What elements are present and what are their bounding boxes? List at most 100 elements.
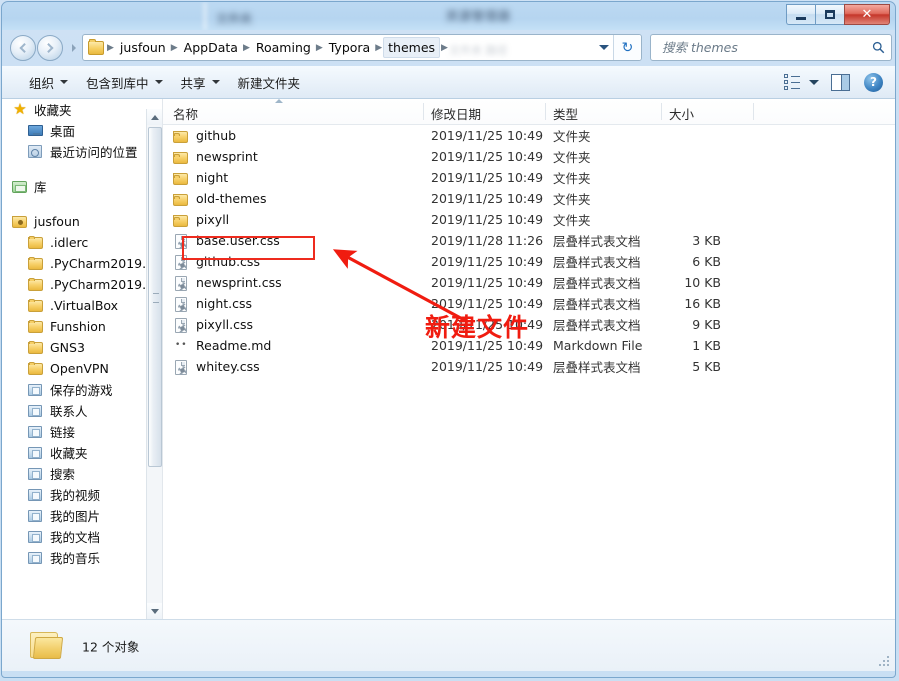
- forward-button[interactable]: [37, 35, 63, 61]
- table-row[interactable]: night 2019/11/25 10:49 文件夹: [163, 167, 895, 188]
- file-type-cell: 层叠样式表文档: [553, 255, 641, 270]
- maximize-button[interactable]: [815, 4, 844, 25]
- column-divider[interactable]: [545, 103, 546, 120]
- sidebar-item-pictures[interactable]: 我的图片: [2, 505, 162, 526]
- file-date-cell: 2019/11/25 10:49: [431, 149, 544, 164]
- sidebar-group-favorites[interactable]: ★ 收藏夹: [2, 99, 162, 120]
- table-row[interactable]: pixyll.css 2019/11/25 10:49 层叠样式表文档 9 KB: [163, 314, 895, 335]
- sidebar-item-favorites[interactable]: 收藏夹: [2, 442, 162, 463]
- file-name-cell[interactable]: newsprint: [173, 149, 258, 165]
- sidebar-item-funshion[interactable]: Funshion: [2, 316, 162, 337]
- breadcrumb-roaming[interactable]: Roaming: [251, 37, 315, 58]
- address-bar[interactable]: ▶ jusfoun ▶ AppData ▶ Roaming ▶ Typora ▶…: [82, 34, 642, 61]
- column-header-name[interactable]: 名称: [173, 104, 198, 123]
- saved-games-icon: [28, 382, 44, 397]
- sidebar-item-openvpn[interactable]: OpenVPN: [2, 358, 162, 379]
- sidebar-scrollbar-thumb[interactable]: [148, 127, 162, 467]
- sidebar-item-label: .PyCharm2019.2: [50, 277, 155, 292]
- table-row[interactable]: old-themes 2019/11/25 10:49 文件夹: [163, 188, 895, 209]
- preview-pane-icon[interactable]: [831, 73, 850, 91]
- file-name-cell[interactable]: base.user.css: [173, 233, 280, 249]
- sidebar-item-recent-places[interactable]: 最近访问的位置: [2, 141, 162, 162]
- sidebar-item-desktop[interactable]: 桌面: [2, 120, 162, 141]
- column-header-date-modified[interactable]: 修改日期: [431, 104, 481, 123]
- sidebar-item-videos[interactable]: 我的视频: [2, 484, 162, 505]
- table-row[interactable]: pixyll 2019/11/25 10:49 文件夹: [163, 209, 895, 230]
- address-trailing-blurred: 文件夹 路径: [448, 44, 508, 57]
- file-list-pane: 名称 修改日期 类型 大小 github 2019/11/25 10:49 文件…: [163, 99, 895, 619]
- refresh-button[interactable]: ↻: [613, 35, 641, 60]
- close-button[interactable]: ✕: [844, 4, 890, 25]
- column-divider[interactable]: [423, 103, 424, 120]
- file-name-cell[interactable]: github.css: [173, 254, 260, 270]
- file-name-cell[interactable]: Readme.md: [173, 338, 271, 354]
- sidebar-item-contacts[interactable]: 联系人: [2, 400, 162, 421]
- sidebar-item-saved-games[interactable]: 保存的游戏: [2, 379, 162, 400]
- sidebar-item-documents[interactable]: 我的文档: [2, 526, 162, 547]
- column-divider[interactable]: [661, 103, 662, 120]
- file-name-cell[interactable]: pixyll.css: [173, 317, 253, 333]
- css-file-icon: [173, 359, 189, 375]
- table-row[interactable]: github.css 2019/11/25 10:49 层叠样式表文档 6 KB: [163, 251, 895, 272]
- table-row-base-user-css[interactable]: base.user.css 2019/11/28 11:26 层叠样式表文档 3…: [163, 230, 895, 251]
- folder-icon: [173, 212, 189, 228]
- folder-icon: [28, 256, 44, 271]
- sidebar-group-libraries[interactable]: 库: [2, 176, 162, 197]
- file-name-cell[interactable]: night: [173, 170, 228, 186]
- toolbar-button-include-in-library[interactable]: 包含到库中: [77, 70, 172, 94]
- sidebar-item-gns3[interactable]: GNS3: [2, 337, 162, 358]
- address-history-dropdown[interactable]: [595, 45, 613, 50]
- column-header-size[interactable]: 大小: [669, 104, 694, 123]
- table-row[interactable]: Readme.md 2019/11/25 10:49 Markdown File…: [163, 335, 895, 356]
- file-name-cell[interactable]: old-themes: [173, 191, 266, 207]
- file-size-cell: 6 KB: [692, 254, 721, 269]
- file-type-cell: 文件夹: [553, 171, 591, 186]
- table-row[interactable]: newsprint.css 2019/11/25 10:49 层叠样式表文档 1…: [163, 272, 895, 293]
- sidebar-item-searches[interactable]: 搜索: [2, 463, 162, 484]
- minimize-button[interactable]: [786, 4, 815, 25]
- toolbar-button-share[interactable]: 共享: [172, 70, 229, 94]
- chevron-down-icon[interactable]: [809, 79, 819, 85]
- file-name-cell[interactable]: night.css: [173, 296, 252, 312]
- view-options-icon[interactable]: [781, 72, 803, 92]
- search-icon[interactable]: [865, 41, 891, 54]
- column-divider[interactable]: [753, 103, 754, 120]
- breadcrumb-themes[interactable]: themes: [383, 37, 441, 58]
- file-name-cell[interactable]: github: [173, 128, 236, 144]
- toolbar-button-new-folder[interactable]: 新建文件夹: [229, 70, 310, 94]
- sidebar-item-music[interactable]: 我的音乐: [2, 547, 162, 568]
- sidebar-item-pycharm2019-1[interactable]: .PyCharm2019.1: [2, 253, 162, 274]
- sidebar-item-label: 我的图片: [50, 509, 101, 524]
- sidebar-scrollbar[interactable]: [146, 109, 162, 619]
- column-header-type[interactable]: 类型: [553, 104, 578, 123]
- scroll-up-arrow-icon[interactable]: [147, 109, 162, 125]
- table-row[interactable]: newsprint 2019/11/25 10:49 文件夹: [163, 146, 895, 167]
- scroll-down-arrow-icon[interactable]: [147, 603, 162, 619]
- search-input[interactable]: [660, 39, 865, 56]
- table-row[interactable]: github 2019/11/25 10:49 文件夹: [163, 125, 895, 146]
- file-name-cell[interactable]: whitey.css: [173, 359, 260, 375]
- search-box[interactable]: [650, 34, 892, 61]
- breadcrumb-typora[interactable]: Typora: [324, 37, 374, 58]
- breadcrumb-appdata[interactable]: AppData: [179, 37, 242, 58]
- file-name-label: newsprint: [196, 149, 258, 164]
- minimize-icon: [796, 16, 806, 20]
- toolbar-button-organize[interactable]: 组织: [20, 70, 77, 94]
- folder-icon: [28, 340, 44, 355]
- chevron-down-icon: [60, 80, 69, 84]
- sidebar-item-links[interactable]: 链接: [2, 421, 162, 442]
- file-type-cell: 文件夹: [553, 150, 591, 165]
- back-button[interactable]: [10, 35, 36, 61]
- sidebar-group-jusfoun[interactable]: jusfoun: [2, 211, 162, 232]
- sidebar-item-virtualbox[interactable]: .VirtualBox: [2, 295, 162, 316]
- help-icon[interactable]: ?: [864, 72, 883, 92]
- file-name-cell[interactable]: pixyll: [173, 212, 229, 228]
- sidebar-item-pycharm2019-2[interactable]: .PyCharm2019.2: [2, 274, 162, 295]
- recent-pages-dropdown-icon[interactable]: [72, 44, 76, 52]
- resize-grip-icon[interactable]: [879, 656, 891, 668]
- table-row[interactable]: whitey.css 2019/11/25 10:49 层叠样式表文档 5 KB: [163, 356, 895, 377]
- sidebar-item-idlerc[interactable]: .idlerc: [2, 232, 162, 253]
- table-row[interactable]: night.css 2019/11/25 10:49 层叠样式表文档 16 KB: [163, 293, 895, 314]
- breadcrumb-jusfoun[interactable]: jusfoun: [115, 37, 170, 58]
- file-name-cell[interactable]: newsprint.css: [173, 275, 282, 291]
